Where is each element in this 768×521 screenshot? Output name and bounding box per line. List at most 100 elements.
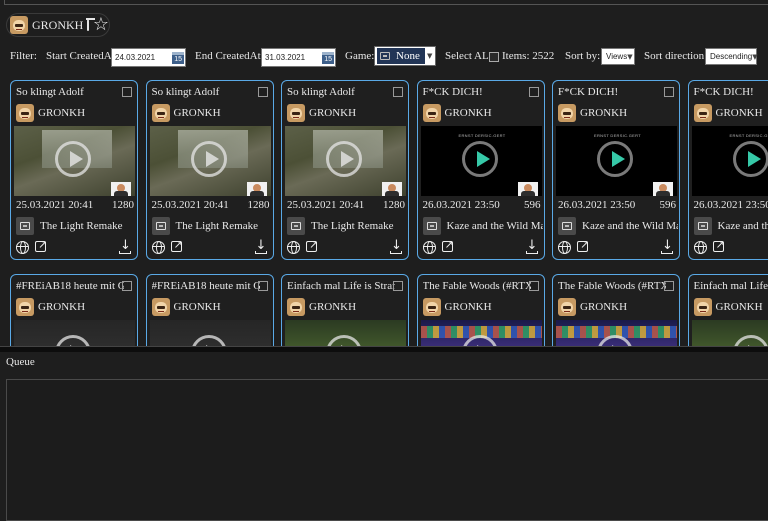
video-game: Kaze and the Wild Masks [694, 217, 768, 235]
end-date-label: End CreatedAt: [195, 44, 264, 68]
game-icon-box [16, 217, 34, 235]
game-select[interactable]: None ▼ [374, 46, 436, 66]
select-checkbox[interactable] [529, 281, 539, 291]
video-thumbnail[interactable]: ERNST DERSIC.GERT [556, 126, 677, 196]
card-channel: GRONKH [694, 104, 763, 122]
select-checkbox[interactable] [258, 87, 268, 97]
select-checkbox[interactable] [393, 281, 403, 291]
video-card[interactable]: So klingt Adolf GRONKH 25.03.2021 20:41 … [281, 80, 409, 260]
select-checkbox[interactable] [529, 87, 539, 97]
video-date: 25.03.2021 20:41 [152, 199, 229, 211]
play-icon[interactable] [597, 141, 633, 177]
play-icon[interactable] [733, 141, 768, 177]
external-link-icon[interactable] [577, 241, 588, 252]
select-checkbox[interactable] [122, 281, 132, 291]
select-all-checkbox[interactable] [489, 52, 499, 62]
external-link-icon[interactable] [171, 241, 182, 252]
globe-icon[interactable] [16, 241, 29, 254]
video-card[interactable]: F*CK DICH! GRONKH ERNST DERSIC.GERT 26.0… [688, 80, 768, 260]
select-checkbox[interactable] [258, 281, 268, 291]
globe-icon[interactable] [152, 241, 165, 254]
end-date-input[interactable]: 31.03.2021 15 [261, 48, 336, 67]
calendar-icon[interactable]: 15 [322, 52, 334, 64]
select-checkbox[interactable] [122, 87, 132, 97]
card-channel: GRONKH [16, 104, 85, 122]
video-card[interactable]: So klingt Adolf GRONKH 25.03.2021 20:41 … [146, 80, 274, 260]
download-icon[interactable] [661, 241, 673, 255]
video-title: The Fable Woods (#RTXon) [558, 280, 666, 292]
trash-icon[interactable] [87, 20, 89, 31]
panel-divider[interactable] [0, 346, 768, 352]
play-icon[interactable] [191, 335, 227, 346]
video-thumbnail[interactable]: ERNST DERSIC.GERT [421, 126, 542, 196]
queue-title: Queue [6, 356, 35, 368]
sort-direction-select[interactable]: Descending ▼ [705, 48, 757, 65]
download-icon[interactable] [390, 241, 402, 255]
play-icon[interactable] [462, 141, 498, 177]
play-icon[interactable] [597, 335, 633, 346]
video-card[interactable]: Einfach mal Life is Strange GRONKH [688, 274, 768, 346]
select-checkbox[interactable] [393, 87, 403, 97]
download-icon[interactable] [526, 241, 538, 255]
video-thumbnail[interactable]: ERNST DERSIC.GERT [692, 126, 768, 196]
play-icon[interactable] [462, 335, 498, 346]
video-thumbnail[interactable] [150, 320, 271, 346]
start-date-input[interactable]: 24.03.2021 15 [111, 48, 186, 67]
end-date-value: 31.03.2021 [262, 53, 321, 62]
video-title: The Fable Woods (#RTXon) [423, 280, 531, 292]
sort-by-select[interactable]: Views ▼ [601, 48, 635, 65]
card-channel: GRONKH [558, 298, 627, 316]
card-actions [16, 241, 131, 257]
video-date: 26.03.2021 23:50 [423, 199, 500, 211]
video-thumbnail[interactable] [150, 126, 271, 196]
card-channel: GRONKH [423, 104, 492, 122]
download-icon[interactable] [119, 241, 131, 255]
video-card[interactable]: #FREiAB18 heute mit Gast GRONKH [10, 274, 138, 346]
play-icon[interactable] [55, 141, 91, 177]
play-icon[interactable] [55, 335, 91, 346]
video-card[interactable]: The Fable Woods (#RTXon) GRONKH [552, 274, 680, 346]
download-icon[interactable] [255, 241, 267, 255]
card-channel-name: GRONKH [38, 301, 85, 313]
globe-icon[interactable] [423, 241, 436, 254]
video-thumbnail[interactable] [285, 320, 406, 346]
play-icon[interactable] [733, 335, 768, 346]
globe-icon[interactable] [287, 241, 300, 254]
card-channel: GRONKH [287, 298, 356, 316]
play-icon[interactable] [191, 141, 227, 177]
video-card[interactable]: So klingt Adolf GRONKH 25.03.2021 20:41 … [10, 80, 138, 260]
start-date-label: Start CreatedAt: [46, 44, 118, 68]
card-channel: GRONKH [16, 298, 85, 316]
video-meta: 26.03.2021 23:50 596 [694, 199, 768, 211]
video-card[interactable]: F*CK DICH! GRONKH ERNST DERSIC.GERT 26.0… [552, 80, 680, 260]
card-channel-name: GRONKH [580, 301, 627, 313]
video-views: 1280 [248, 199, 270, 211]
external-link-icon[interactable] [442, 241, 453, 252]
video-card[interactable]: F*CK DICH! GRONKH ERNST DERSIC.GERT 26.0… [417, 80, 545, 260]
video-thumbnail[interactable] [692, 320, 768, 346]
external-link-icon[interactable] [35, 241, 46, 252]
video-thumbnail[interactable] [14, 126, 135, 196]
channel-avatar [152, 104, 170, 122]
channel-chip[interactable]: GRONKH ☆ [6, 13, 110, 37]
play-icon[interactable] [326, 335, 362, 346]
select-checkbox[interactable] [664, 281, 674, 291]
video-thumbnail[interactable] [556, 320, 677, 346]
video-card[interactable]: Einfach mal Life is Strange GRONKH [281, 274, 409, 346]
globe-icon[interactable] [558, 241, 571, 254]
video-thumbnail[interactable] [285, 126, 406, 196]
video-date: 25.03.2021 20:41 [16, 199, 93, 211]
play-icon[interactable] [326, 141, 362, 177]
video-card[interactable]: #FREiAB18 heute mit Gast GRONKH [146, 274, 274, 346]
video-game: The Light Remake [287, 217, 407, 235]
external-link-icon[interactable] [306, 241, 317, 252]
video-card[interactable]: The Fable Woods (#RTXon) GRONKH [417, 274, 545, 346]
gamepad-icon [380, 52, 390, 60]
select-checkbox[interactable] [664, 87, 674, 97]
channel-avatar [287, 298, 305, 316]
video-thumbnail[interactable] [14, 320, 135, 346]
calendar-icon[interactable]: 15 [172, 52, 184, 64]
globe-icon[interactable] [694, 241, 707, 254]
external-link-icon[interactable] [713, 241, 724, 252]
video-thumbnail[interactable] [421, 320, 542, 346]
